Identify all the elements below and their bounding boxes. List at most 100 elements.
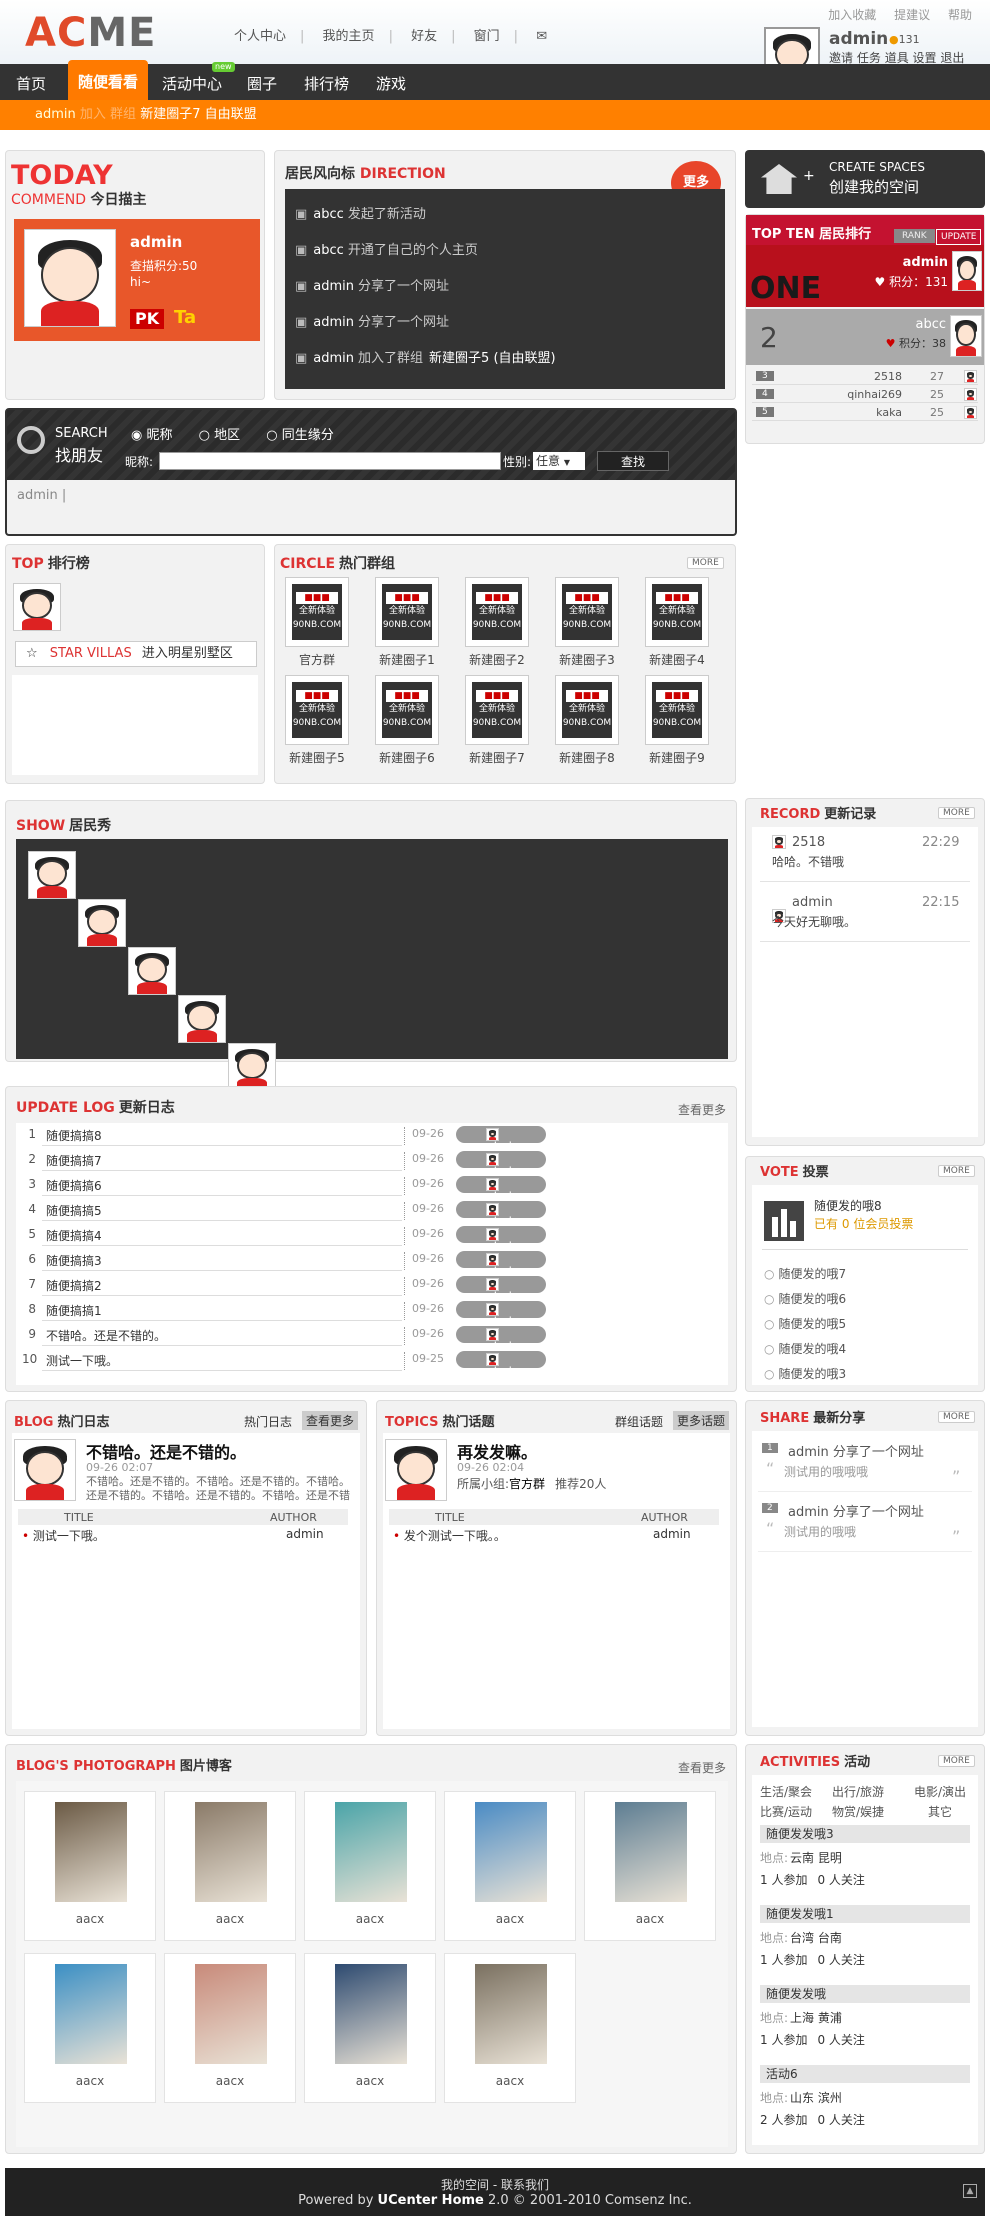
vote-item[interactable]: ○ 随便发的哦7 xyxy=(764,1265,846,1282)
group-thumb[interactable]: ■■■ 全新体验 90NB.COM xyxy=(645,675,709,745)
link-logout[interactable]: 退出 xyxy=(940,51,964,65)
group-name[interactable]: 新建圈子5 xyxy=(269,749,365,766)
log-author[interactable]: admin xyxy=(456,1326,546,1354)
today-avatar[interactable] xyxy=(24,229,116,327)
photo-item[interactable]: aacx xyxy=(304,1791,436,1941)
log-title[interactable]: 随便搞搞4 xyxy=(46,1227,102,1244)
group-thumb[interactable]: ■■■ 全新体验 90NB.COM xyxy=(645,577,709,647)
activity-category[interactable]: 比赛/运动 xyxy=(760,1803,832,1820)
log-title[interactable]: 随便搞搞5 xyxy=(46,1202,102,1219)
activity-title[interactable]: 随便发发哦 xyxy=(760,1985,970,2003)
show-avatar[interactable] xyxy=(178,995,226,1043)
nav-door[interactable]: 窗门 xyxy=(474,29,500,44)
record-user[interactable]: 2518 xyxy=(792,835,825,850)
vote-item[interactable]: ○ 随便发的哦6 xyxy=(764,1290,846,1307)
group-thumb[interactable]: ■■■ 全新体验 90NB.COM xyxy=(375,675,439,745)
activity-title[interactable]: 随便发发哦3 xyxy=(760,1825,970,1843)
group-name[interactable]: 官方群 xyxy=(269,651,365,668)
rank-row-avatar[interactable] xyxy=(964,406,977,419)
create-space-button[interactable]: + CREATE SPACES 创建我的空间 xyxy=(745,150,985,208)
gender-select[interactable]: 任意 ▼ xyxy=(533,452,585,470)
tab-rank[interactable]: RANK xyxy=(894,229,935,243)
nav-my-home[interactable]: 我的主页 xyxy=(323,29,375,44)
group-name[interactable]: 新建圈子7 xyxy=(449,749,545,766)
nav-browse[interactable]: 随便看看 xyxy=(68,60,149,100)
nav-ranking[interactable]: 排行榜 xyxy=(304,64,349,100)
rank1-name[interactable]: admin xyxy=(866,255,948,270)
log-title[interactable]: 随便搞搞2 xyxy=(46,1277,102,1294)
log-author[interactable]: admin xyxy=(456,1176,546,1204)
rank2-avatar[interactable] xyxy=(950,315,982,357)
nav-circles[interactable]: 圈子 xyxy=(247,64,277,100)
log-author-avatar[interactable] xyxy=(486,1303,499,1316)
ta-button[interactable]: Ta xyxy=(174,307,196,328)
log-title[interactable]: 随便搞搞1 xyxy=(46,1302,102,1319)
log-author-avatar[interactable] xyxy=(486,1253,499,1266)
topics-row-title[interactable]: • 发个测试一下哦。。 xyxy=(393,1527,506,1544)
photo-item[interactable]: aacx xyxy=(164,1791,296,1941)
nav-friends[interactable]: 好友 xyxy=(411,29,437,44)
topics-more-link[interactable]: 更多话题 xyxy=(673,1411,730,1430)
radio-fate[interactable]: ○ xyxy=(266,428,277,443)
topics-avatar[interactable] xyxy=(385,1439,447,1501)
record-avatar[interactable] xyxy=(772,835,786,849)
circle-more-button[interactable]: MORE xyxy=(687,557,724,569)
activity-category[interactable]: 其它 xyxy=(904,1803,976,1820)
log-author[interactable]: admin xyxy=(456,1276,546,1304)
rank-avatar[interactable] xyxy=(13,583,61,631)
log-author[interactable]: admin xyxy=(456,1301,546,1329)
log-author[interactable]: admin xyxy=(456,1151,546,1179)
log-author-avatar[interactable] xyxy=(486,1203,499,1216)
log-author[interactable]: admin xyxy=(456,1251,546,1279)
photo-more-link[interactable]: 查看更多 xyxy=(678,1759,726,1776)
nav-home[interactable]: 首页 xyxy=(16,64,46,100)
star-villas-link[interactable]: ☆ STAR VILLAS 进入明星别墅区 xyxy=(15,641,257,667)
link-bookmark[interactable]: 加入收藏 xyxy=(828,8,876,22)
rank-row[interactable]: 4 qinhai269 25 xyxy=(752,387,978,403)
group-name[interactable]: 新建圈子3 xyxy=(539,651,635,668)
group-thumb[interactable]: ■■■ 全新体验 90NB.COM xyxy=(555,675,619,745)
rank-row-avatar[interactable] xyxy=(964,370,977,383)
show-avatar[interactable] xyxy=(228,1043,276,1091)
activity-category[interactable]: 电影/演出 xyxy=(904,1783,976,1800)
share-text[interactable]: admin 分享了一个网址 xyxy=(788,1501,924,1520)
group-name[interactable]: 新建圈子6 xyxy=(359,749,455,766)
link-task[interactable]: 任务 xyxy=(857,51,881,65)
rank-row[interactable]: 3 2518 27 xyxy=(752,369,978,385)
rank2-name[interactable]: abcc xyxy=(866,317,946,332)
log-author-avatar[interactable] xyxy=(486,1353,499,1366)
today-name[interactable]: admin xyxy=(130,233,182,251)
share-text[interactable]: admin 分享了一个网址 xyxy=(788,1441,924,1460)
vote-item[interactable]: ○ 随便发的哦4 xyxy=(764,1340,846,1357)
vote-item[interactable]: ○ 随便发的哦5 xyxy=(764,1315,846,1332)
tab-update[interactable]: UPDATE xyxy=(936,229,982,245)
tab-group-topics[interactable]: 群组话题 xyxy=(615,1413,663,1430)
log-title[interactable]: 测试一下哦。 xyxy=(46,1352,118,1369)
topics-title[interactable]: 再发发嘛。 xyxy=(457,1439,537,1463)
blog-row-title[interactable]: • 测试一下哦。 xyxy=(22,1527,105,1544)
rank-row-avatar[interactable] xyxy=(964,388,977,401)
vote-title[interactable]: 随便发的哦8 xyxy=(814,1197,882,1214)
log-title[interactable]: 随便搞搞3 xyxy=(46,1252,102,1269)
photo-item[interactable]: aacx xyxy=(24,1791,156,1941)
nav-personal-center[interactable]: 个人中心 xyxy=(234,29,286,44)
log-author[interactable]: admin xyxy=(456,1126,546,1154)
group-name[interactable]: 新建圈子9 xyxy=(629,749,725,766)
log-author-avatar[interactable] xyxy=(486,1178,499,1191)
record-more-button[interactable]: MORE xyxy=(938,807,975,819)
activity-title[interactable]: 活动6 xyxy=(760,2065,970,2083)
log-title[interactable]: 随便搞搞6 xyxy=(46,1177,102,1194)
log-author-avatar[interactable] xyxy=(486,1328,499,1341)
blog-title[interactable]: 不错哈。还是不错的。 xyxy=(86,1439,246,1463)
footer-links[interactable]: 我的空间 - 联系我们 xyxy=(5,2168,985,2193)
ticker-group[interactable]: 新建圈子7 xyxy=(140,107,200,122)
blog-more-link[interactable]: 查看更多 xyxy=(302,1411,359,1430)
show-avatar[interactable] xyxy=(78,899,126,947)
site-logo[interactable]: ACME xyxy=(25,12,156,54)
back-to-top-icon[interactable]: ▲ xyxy=(963,2184,977,2198)
vote-more-button[interactable]: MORE xyxy=(938,1165,975,1177)
activity-title[interactable]: 随便发发哦1 xyxy=(760,1905,970,1923)
updatelog-more-link[interactable]: 查看更多 xyxy=(678,1101,726,1118)
log-title[interactable]: 不错哈。还是不错的。 xyxy=(46,1327,166,1344)
blog-avatar[interactable] xyxy=(14,1439,76,1501)
